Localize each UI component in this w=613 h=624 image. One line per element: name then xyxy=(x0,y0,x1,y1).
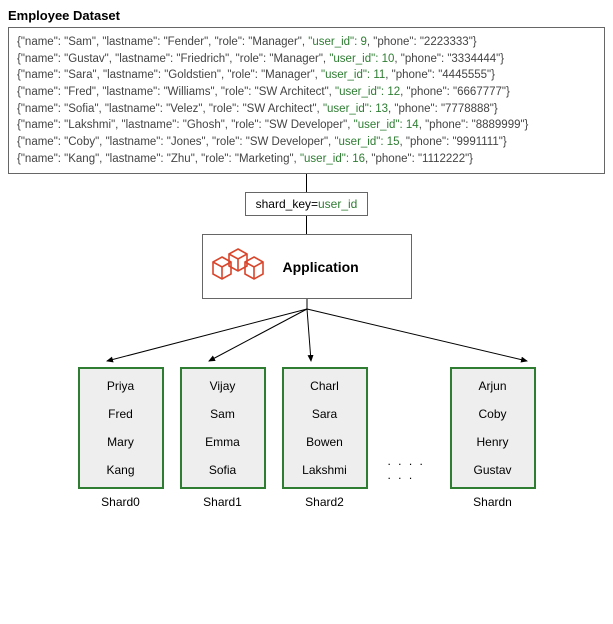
shard-box: Charl Sara Bowen Lakshmi xyxy=(282,367,368,489)
dataset-record: {"name": "Kang", "lastname": "Zhu", "rol… xyxy=(17,151,596,168)
shard-item: Gustav xyxy=(473,463,511,477)
shard-item: Fred xyxy=(108,407,133,421)
shard-column: Charl Sara Bowen Lakshmi Shard2 xyxy=(282,367,368,509)
shard-item: Priya xyxy=(107,379,134,393)
shard-key-label: shard_key= xyxy=(256,197,318,211)
dataset-record: {"name": "Sara", "lastname": "Goldstien"… xyxy=(17,67,596,84)
dataset-record: {"name": "Sam", "lastname": "Fender", "r… xyxy=(17,34,596,51)
shard-item: Sara xyxy=(312,407,337,421)
shard-column: Priya Fred Mary Kang Shard0 xyxy=(78,367,164,509)
distribution-arrows xyxy=(27,299,587,369)
shard-column: Vijay Sam Emma Sofia Shard1 xyxy=(180,367,266,509)
shard-item: Bowen xyxy=(306,435,343,449)
shard-key-value: user_id xyxy=(318,197,357,211)
shard-item: Coby xyxy=(478,407,506,421)
shard-key-box: shard_key=user_id xyxy=(245,192,369,216)
dataset-record: {"name": "Sofia", "lastname": "Velez", "… xyxy=(17,101,596,118)
shard-item: Kang xyxy=(106,463,134,477)
dataset-title: Employee Dataset xyxy=(8,8,605,23)
shard-item: Sam xyxy=(210,407,235,421)
shard-item: Henry xyxy=(476,435,508,449)
ellipsis: . . . . . . . xyxy=(384,394,434,482)
shard-column: Arjun Coby Henry Gustav Shardn xyxy=(450,367,536,509)
shards-row: Priya Fred Mary Kang Shard0 Vijay Sam Emma Sofia… xyxy=(8,367,605,509)
dataset-box: {"name": "Sam", "lastname": "Fender", "r… xyxy=(8,27,605,174)
shard-item: Lakshmi xyxy=(302,463,347,477)
application-box: Application xyxy=(202,234,412,299)
shard-label: Shard1 xyxy=(180,495,266,509)
shard-label: Shard0 xyxy=(78,495,164,509)
shard-item: Vijay xyxy=(210,379,236,393)
connector-line xyxy=(306,174,307,192)
shard-label: Shardn xyxy=(450,495,536,509)
shard-box: Arjun Coby Henry Gustav xyxy=(450,367,536,489)
cubes-icon xyxy=(211,243,269,290)
shard-item: Charl xyxy=(310,379,339,393)
dataset-record: {"name": "Coby", "lastname": "Jones", "r… xyxy=(17,134,596,151)
shard-item: Sofia xyxy=(209,463,236,477)
dataset-record: {"name": "Gustav", "lastname": "Friedric… xyxy=(17,51,596,68)
shard-item: Mary xyxy=(107,435,134,449)
shard-label: Shard2 xyxy=(282,495,368,509)
shard-item: Arjun xyxy=(478,379,506,393)
shard-box: Vijay Sam Emma Sofia xyxy=(180,367,266,489)
dataset-record: {"name": "Fred", "lastname": "Williams",… xyxy=(17,84,596,101)
application-label: Application xyxy=(283,259,359,275)
shard-box: Priya Fred Mary Kang xyxy=(78,367,164,489)
shard-item: Emma xyxy=(205,435,240,449)
connector-line xyxy=(306,216,307,234)
dataset-record: {"name": "Lakshmi", "lastname": "Ghosh",… xyxy=(17,117,596,134)
